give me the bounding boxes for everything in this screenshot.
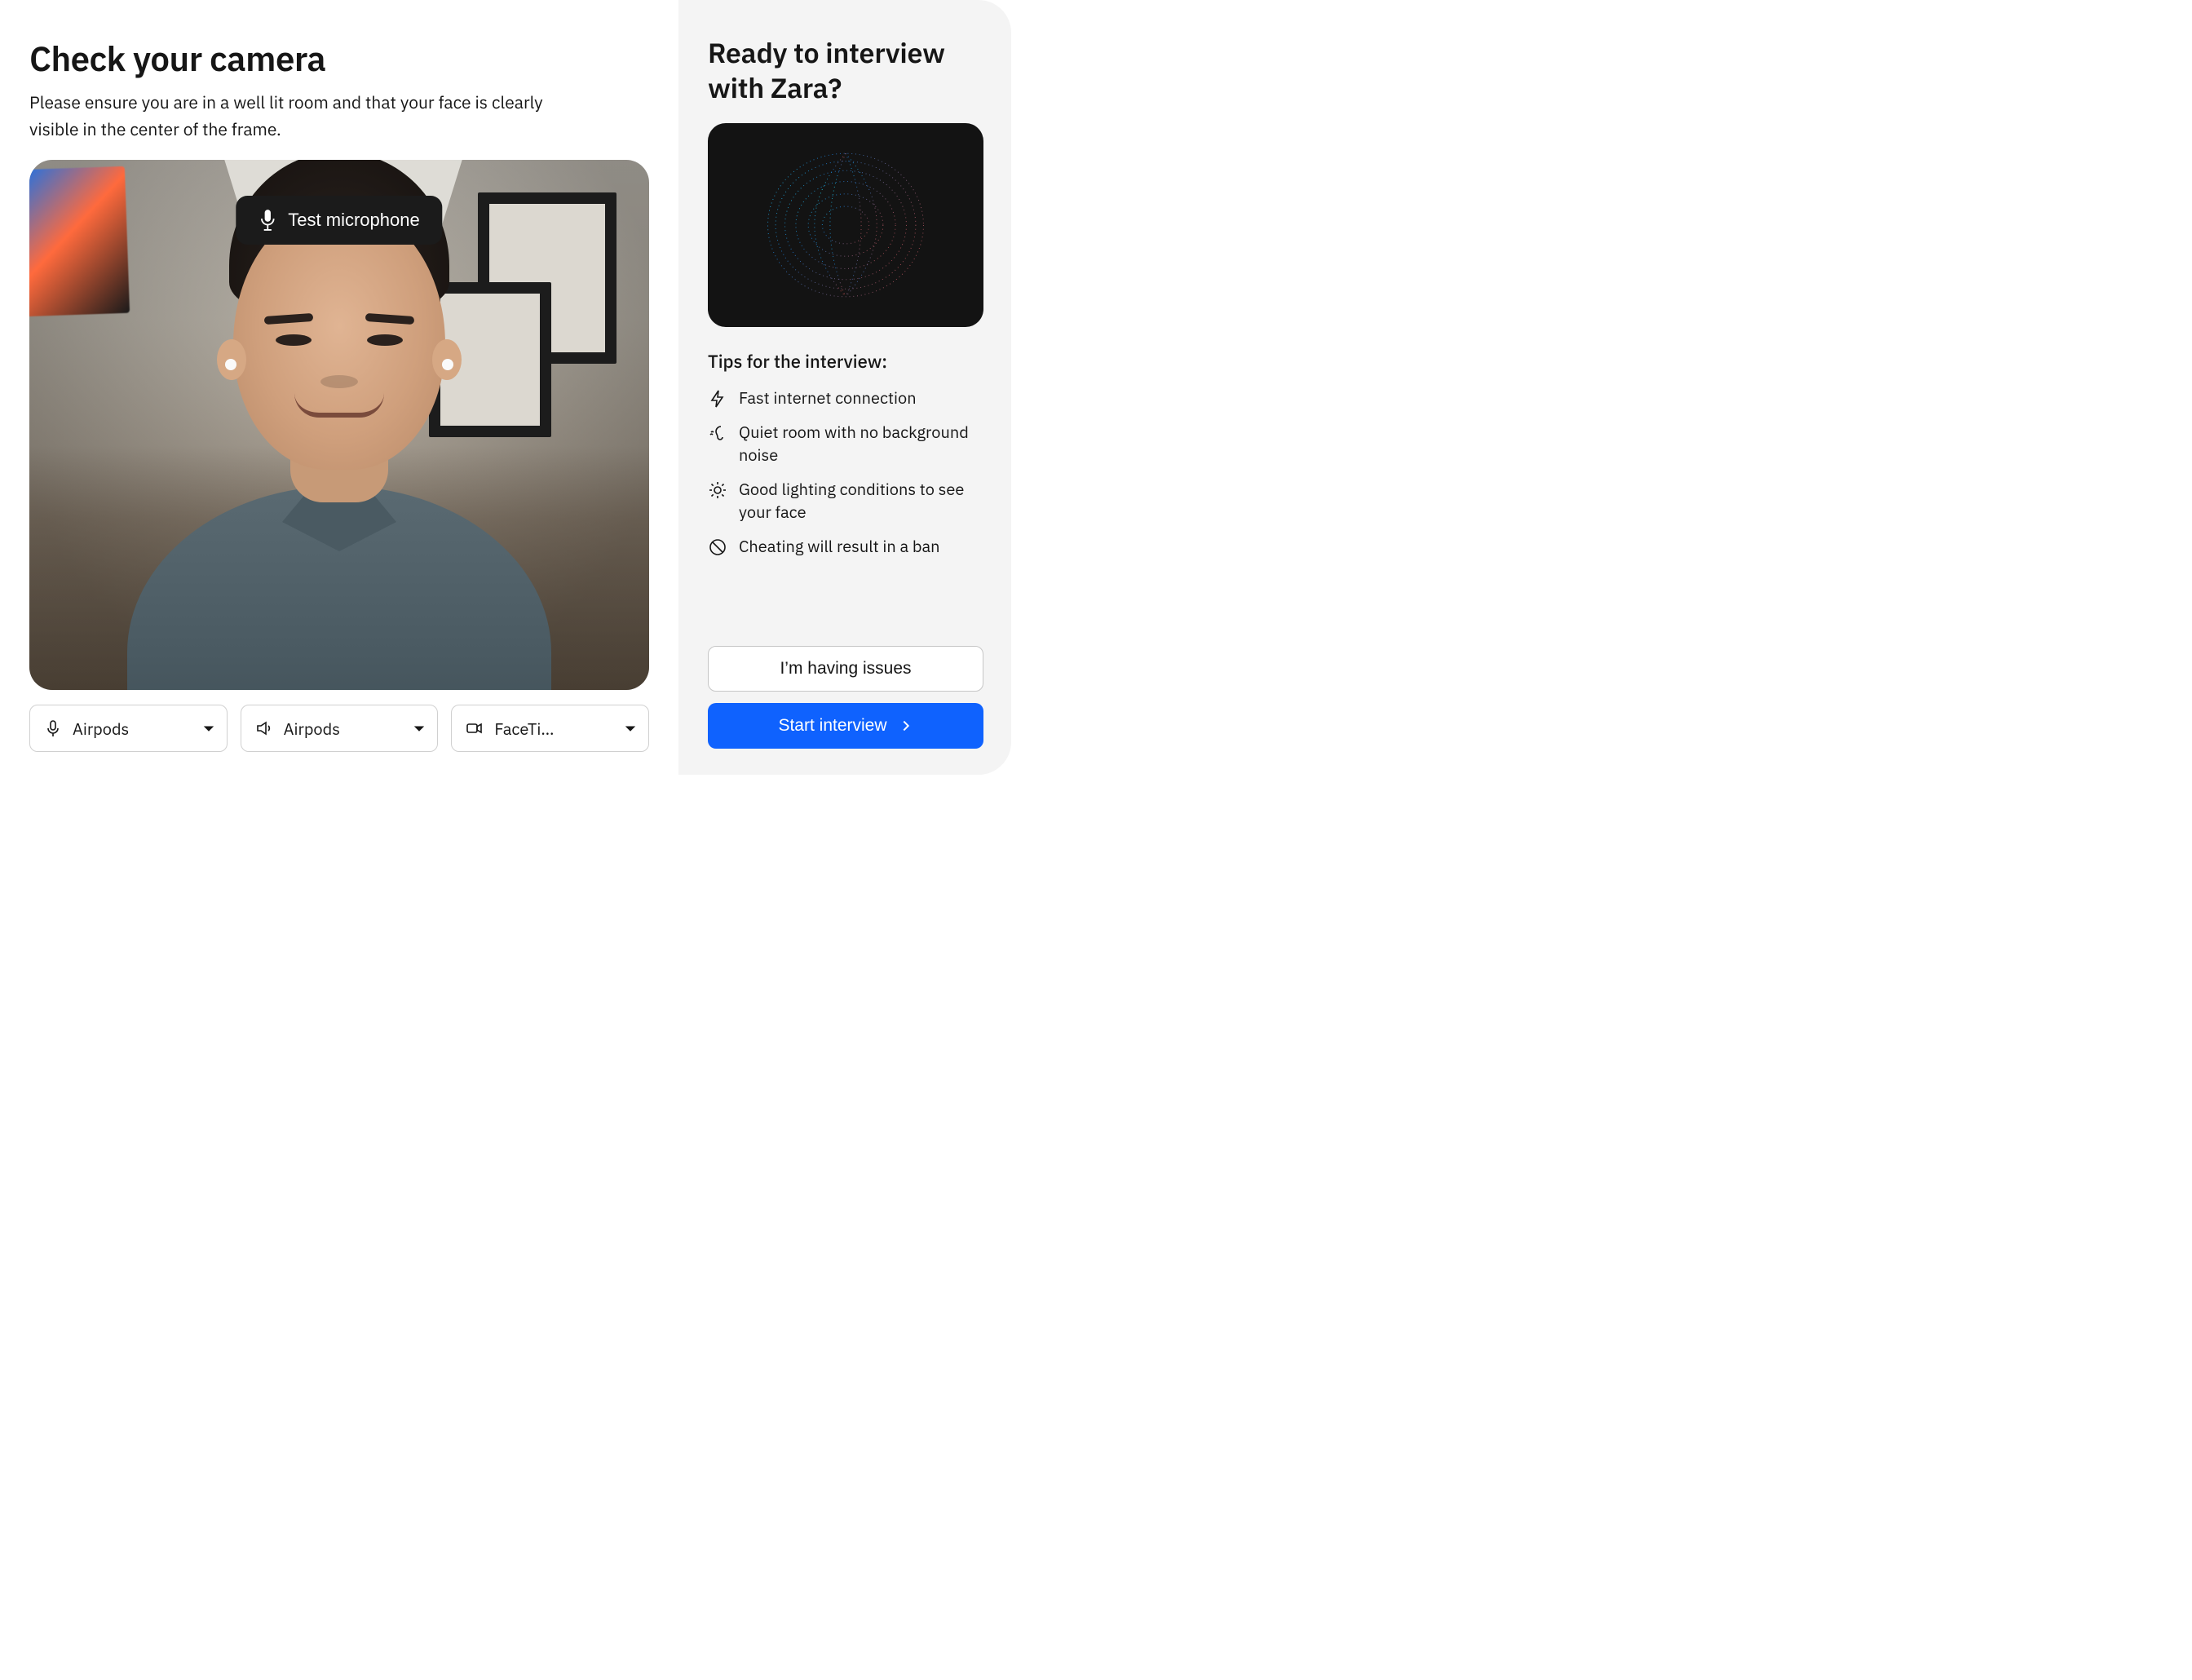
tip-item: Good lighting conditions to see your fac… xyxy=(708,478,983,524)
tip-item: Quiet room with no background noise xyxy=(708,421,983,466)
bolt-icon xyxy=(708,389,727,409)
ban-icon xyxy=(708,537,727,557)
camera-check-pane: Check your camera Please ensure you are … xyxy=(0,0,678,775)
chevron-down-icon xyxy=(413,722,426,735)
page-title: Check your camera xyxy=(29,36,649,81)
device-selectors: Airpods Airpods FaceTi… xyxy=(29,705,649,752)
speaker-icon xyxy=(254,718,274,738)
having-issues-label: I’m having issues xyxy=(780,659,911,679)
interview-ready-pane: Ready to interview with Zara? xyxy=(678,0,1011,775)
chevron-down-icon xyxy=(202,722,215,735)
microphone-selector[interactable]: Airpods xyxy=(29,705,228,752)
microphone-icon xyxy=(259,209,276,232)
camera-preview: Test microphone xyxy=(29,160,649,690)
start-interview-button[interactable]: Start interview xyxy=(708,703,983,749)
camera-icon xyxy=(465,718,484,738)
tip-item: Cheating will result in a ban xyxy=(708,535,983,558)
having-issues-button[interactable]: I’m having issues xyxy=(708,646,983,692)
tips-list: Fast internet connection Quiet room with… xyxy=(708,387,983,558)
app-root: Check your camera Please ensure you are … xyxy=(0,0,1011,775)
tips-heading: Tips for the interview: xyxy=(708,350,983,374)
microphone-selector-label: Airpods xyxy=(73,718,192,740)
microphone-icon xyxy=(43,718,63,738)
chevron-right-icon xyxy=(899,718,913,733)
ai-avatar-card xyxy=(708,123,983,327)
tip-text: Good lighting conditions to see your fac… xyxy=(739,478,983,524)
test-microphone-label: Test microphone xyxy=(288,210,419,231)
camera-selector-label: FaceTi… xyxy=(494,718,614,740)
speaker-selector[interactable]: Airpods xyxy=(241,705,439,752)
speaker-selector-label: Airpods xyxy=(284,718,404,740)
chevron-down-icon xyxy=(624,722,637,735)
tip-text: Quiet room with no background noise xyxy=(739,421,983,466)
start-interview-label: Start interview xyxy=(778,716,886,736)
page-subtitle: Please ensure you are in a well lit room… xyxy=(29,89,559,142)
tip-item: Fast internet connection xyxy=(708,387,983,409)
tip-text: Fast internet connection xyxy=(739,387,917,409)
camera-selector[interactable]: FaceTi… xyxy=(451,705,649,752)
tip-text: Cheating will result in a ban xyxy=(739,535,939,558)
camera-person xyxy=(111,241,568,690)
sun-icon xyxy=(708,480,727,500)
ready-heading: Ready to interview with Zara? xyxy=(708,36,983,105)
ear-icon xyxy=(708,423,727,443)
ai-orb-icon xyxy=(752,139,939,311)
test-microphone-button[interactable]: Test microphone xyxy=(236,196,442,245)
